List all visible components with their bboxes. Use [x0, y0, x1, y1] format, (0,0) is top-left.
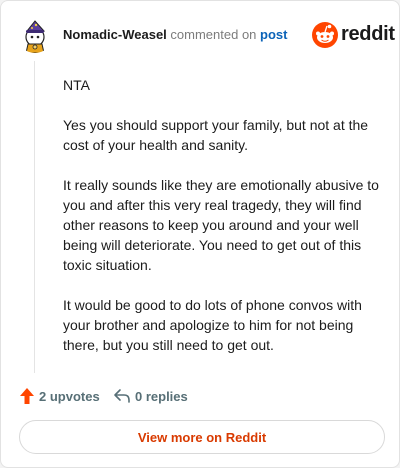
- replies-count: 0 replies: [135, 388, 188, 404]
- comment-paragraph: Yes you should support your family, but …: [63, 117, 369, 153]
- replies-button[interactable]: 0 replies: [113, 385, 188, 407]
- comment-paragraph: It would be good to do lots of phone con…: [63, 297, 362, 353]
- upvote-arrow-icon: [20, 388, 34, 404]
- comment-paragraph: NTA: [63, 77, 90, 93]
- comment-body: NTA Yes you should support your family, …: [63, 75, 381, 375]
- upvotes-button[interactable]: 2 upvotes: [19, 385, 100, 407]
- thread-line: [34, 61, 35, 373]
- post-link[interactable]: post: [260, 27, 287, 42]
- reddit-wordmark: reddit: [341, 23, 395, 45]
- reddit-logo-icon: [312, 22, 338, 48]
- action-text: commented on: [170, 27, 257, 42]
- comment-meta: Nomadic-Weasel commented on post: [63, 27, 288, 43]
- author-name[interactable]: Nomadic-Weasel: [63, 27, 167, 42]
- user-avatar[interactable]: [17, 17, 53, 53]
- comment-header: Nomadic-Weasel commented on post reddit: [17, 17, 395, 53]
- reply-arrow-icon: [114, 389, 130, 403]
- reddit-brand[interactable]: reddit: [311, 21, 395, 49]
- comment-actions: 2 upvotes 0 replies: [19, 385, 379, 407]
- upvotes-count: 2 upvotes: [39, 388, 100, 404]
- view-more-button[interactable]: View more on Reddit: [19, 420, 385, 454]
- comment-paragraph: It really sounds like they are emotional…: [63, 177, 379, 273]
- comment-embed-card: Nomadic-Weasel commented on post reddit …: [0, 0, 400, 468]
